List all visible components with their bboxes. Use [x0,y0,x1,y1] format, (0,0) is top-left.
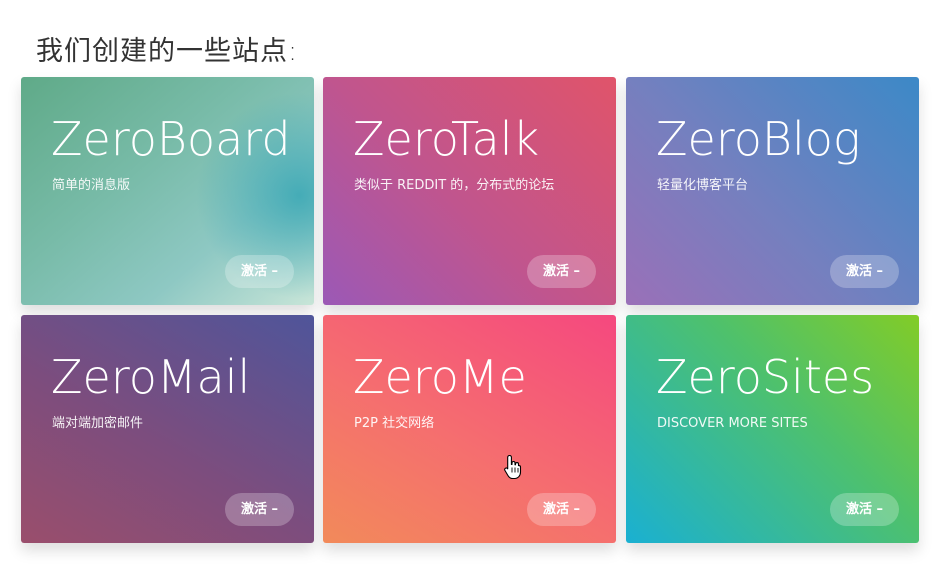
site-card-description: DISCOVER MORE SITES [657,416,808,431]
hand-pointer-icon [504,454,522,480]
section-heading: 我们创建的一些站点: [36,36,299,67]
site-card-description: 简单的消息版 [52,178,131,193]
site-card-description: 轻量化博客平台 [657,178,749,193]
site-card-zerome[interactable]: ZeroMe P2P 社交网络 激活 – [323,315,616,543]
site-card-description: 端对端加密邮件 [52,416,144,431]
activate-button[interactable]: 激活 – [527,255,596,288]
site-card-title: ZeroTalk [353,112,540,166]
site-card-description: 类似于 REDDIT 的，分布式的论坛 [354,178,555,193]
activate-button[interactable]: 激活 – [527,493,596,526]
site-card-zerosites[interactable]: ZeroSites DISCOVER MORE SITES 激活 – [626,315,919,543]
site-card-title: ZeroBoard [51,112,291,166]
site-card-title: ZeroSites [656,350,875,404]
site-card-description: P2P 社交网络 [354,416,435,431]
site-card-title: ZeroBlog [656,112,861,166]
activate-button[interactable]: 激活 – [830,255,899,288]
site-card-zeroboard[interactable]: ZeroBoard 简单的消息版 激活 – [21,77,314,305]
site-card-grid: ZeroBoard 简单的消息版 激活 – ZeroTalk 类似于 REDDI… [21,77,919,545]
activate-button[interactable]: 激活 – [225,255,294,288]
activate-button[interactable]: 激活 – [830,493,899,526]
site-card-title: ZeroMe [353,350,527,404]
site-card-zeroblog[interactable]: ZeroBlog 轻量化博客平台 激活 – [626,77,919,305]
site-card-zeromail[interactable]: ZeroMail 端对端加密邮件 激活 – [21,315,314,543]
activate-button[interactable]: 激活 – [225,493,294,526]
site-card-zerotalk[interactable]: ZeroTalk 类似于 REDDIT 的，分布式的论坛 激活 – [323,77,616,305]
site-card-title: ZeroMail [51,350,251,404]
